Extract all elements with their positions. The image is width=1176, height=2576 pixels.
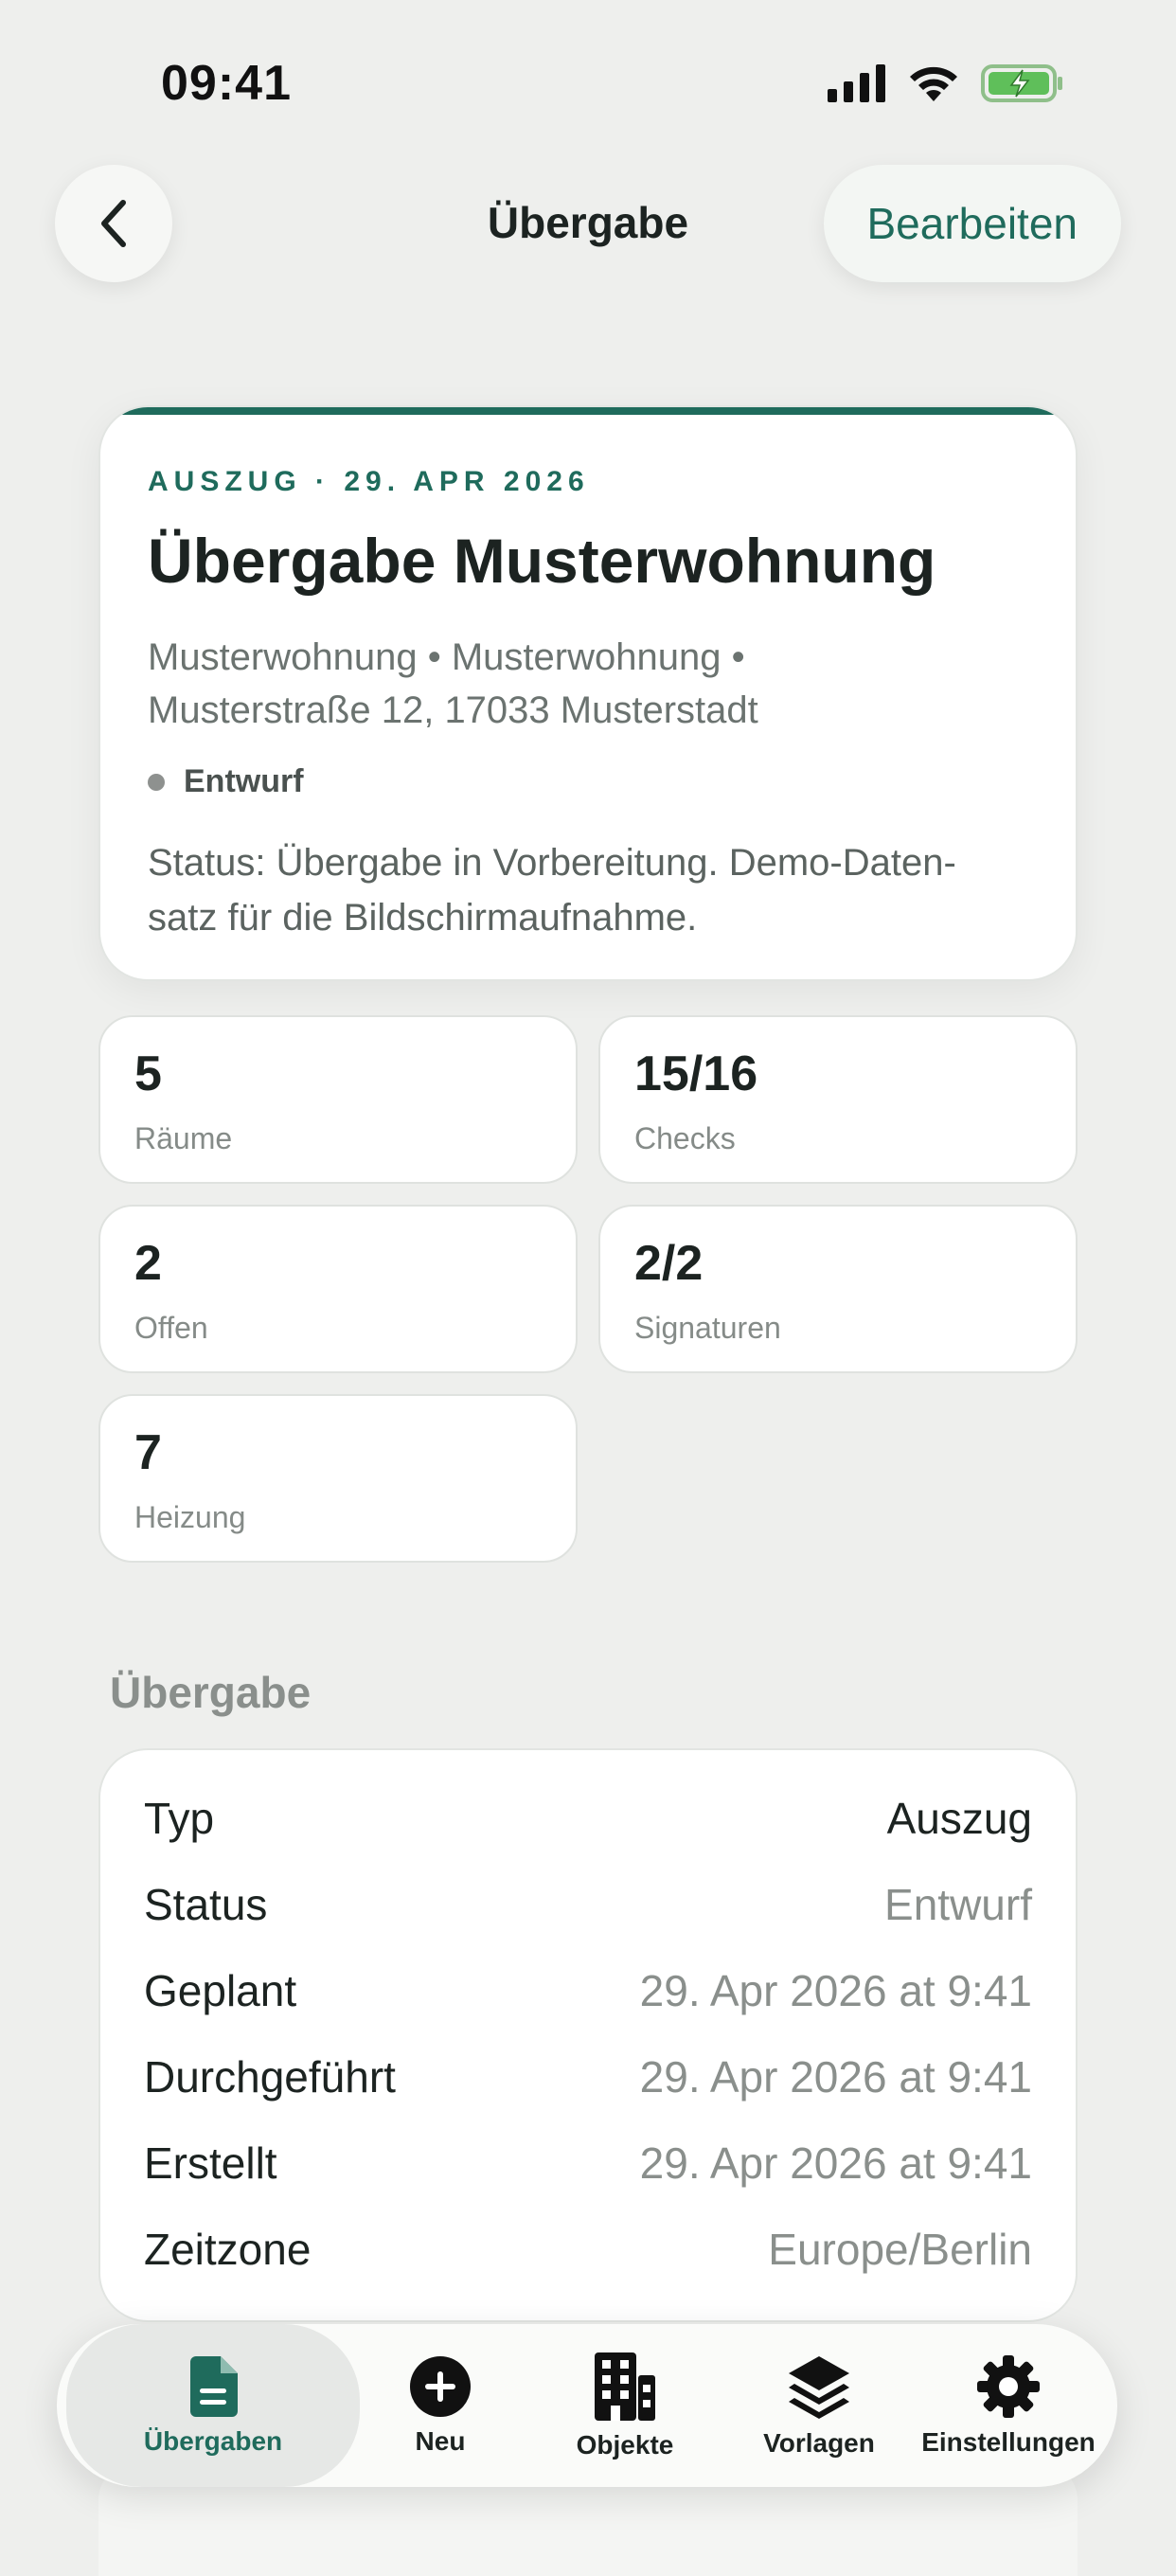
cellular-signal-icon <box>828 64 885 102</box>
detail-key: Geplant <box>144 1966 297 2015</box>
stat-value: 15/16 <box>634 1046 758 1101</box>
stat-label: Heizung <box>134 1500 246 1534</box>
status-dot-icon <box>148 773 165 791</box>
stat-tile-open[interactable]: 2 Offen <box>98 1205 578 1373</box>
detail-key: Durchgeführt <box>144 2052 396 2102</box>
tab-label: Objekte <box>576 2430 674 2460</box>
detail-row-type: Typ Auszug <box>144 1780 1032 1856</box>
detail-key: Erstellt <box>144 2138 277 2188</box>
detail-value: Europe/Berlin <box>768 2225 1032 2274</box>
stat-value: 7 <box>134 1425 162 1480</box>
status-badge-label: Entwurf <box>184 763 304 799</box>
stat-tile-heating[interactable]: 7 Heizung <box>98 1394 578 1563</box>
detail-row-performed: Durchgeführt 29. Apr 2026 at 9:41 <box>144 2039 1032 2115</box>
address-line-1: Musterwohnung • Musterwohnung • <box>148 636 745 678</box>
detail-value: 29. Apr 2026 at 9:41 <box>639 2052 1032 2102</box>
handover-title: Übergabe Musterwohnung <box>148 526 936 596</box>
status-bar: 09:41 <box>0 0 1176 170</box>
tab-label: Übergaben <box>143 2426 283 2456</box>
detail-key: Zeitzone <box>144 2225 312 2274</box>
stat-value: 5 <box>134 1046 162 1101</box>
tab-label: Neu <box>415 2426 466 2456</box>
tab-bar: Übergaben Neu Objekte Vorlagen Einstellu… <box>57 2324 1117 2487</box>
handover-details-card: Typ Auszug Status Entwurf Geplant 29. Ap… <box>98 1748 1078 2322</box>
battery-charging-icon <box>981 64 1062 102</box>
detail-value: Entwurf <box>884 1880 1032 1929</box>
detail-row-created: Erstellt 29. Apr 2026 at 9:41 <box>144 2125 1032 2201</box>
detail-row-status: Status Entwurf <box>144 1867 1032 1942</box>
section-title: Übergabe <box>110 1668 312 1717</box>
layers-icon <box>789 2356 849 2419</box>
stat-tile-rooms[interactable]: 5 Räume <box>98 1015 578 1184</box>
tab-templates[interactable]: Vorlagen <box>729 2324 909 2487</box>
address-line-2: Musterstraße 12, 17033 Musterstadt <box>148 689 758 731</box>
stat-label: Räume <box>134 1121 233 1155</box>
handover-type-date: AUSZUG · 29. APR 2026 <box>148 466 590 497</box>
status-badge: Entwurf <box>148 763 304 800</box>
handover-description: Status: Übergabe in Vorbereitung. Demo-D… <box>148 835 1047 945</box>
detail-value: 29. Apr 2026 at 9:41 <box>639 2138 1032 2188</box>
description-line-1: Status: Übergabe in Vorbereitung. Demo-D… <box>148 842 956 884</box>
detail-key: Typ <box>144 1794 215 1843</box>
building-icon <box>595 2352 655 2421</box>
handover-summary-card: AUSZUG · 29. APR 2026 Übergabe Musterwoh… <box>98 405 1078 981</box>
tab-label: Vorlagen <box>763 2428 875 2458</box>
stat-tile-signatures[interactable]: 2/2 Signaturen <box>598 1205 1078 1373</box>
tab-new[interactable]: Neu <box>369 2324 511 2487</box>
gear-icon <box>977 2355 1040 2418</box>
stat-label: Offen <box>134 1311 208 1345</box>
tab-settings[interactable]: Einstellungen <box>909 2324 1108 2487</box>
tab-label: Einstellungen <box>921 2427 1096 2457</box>
detail-value: 29. Apr 2026 at 9:41 <box>639 1966 1032 2015</box>
detail-key: Status <box>144 1880 268 1929</box>
stat-value: 2/2 <box>634 1236 704 1291</box>
handover-address: Musterwohnung • Musterwohnung • Musterst… <box>148 631 1038 737</box>
tab-properties[interactable]: Objekte <box>521 2324 729 2487</box>
status-time: 09:41 <box>161 56 292 111</box>
tab-handovers[interactable]: Übergaben <box>66 2324 360 2487</box>
stat-label: Signaturen <box>634 1311 781 1345</box>
edit-button[interactable]: Bearbeiten <box>823 165 1121 282</box>
stat-tile-checks[interactable]: 15/16 Checks <box>598 1015 1078 1184</box>
detail-row-timezone: Zeitzone Europe/Berlin <box>144 2211 1032 2287</box>
detail-row-planned: Geplant 29. Apr 2026 at 9:41 <box>144 1953 1032 2029</box>
status-icons <box>828 63 1064 104</box>
description-line-2: satz für die Bildschirmaufnahme. <box>148 897 698 939</box>
document-icon <box>190 2356 238 2417</box>
stat-value: 2 <box>134 1236 162 1291</box>
wifi-icon <box>910 66 957 101</box>
stat-label: Checks <box>634 1121 736 1155</box>
plus-circle-icon <box>410 2356 471 2417</box>
detail-value: Auszug <box>886 1794 1032 1843</box>
